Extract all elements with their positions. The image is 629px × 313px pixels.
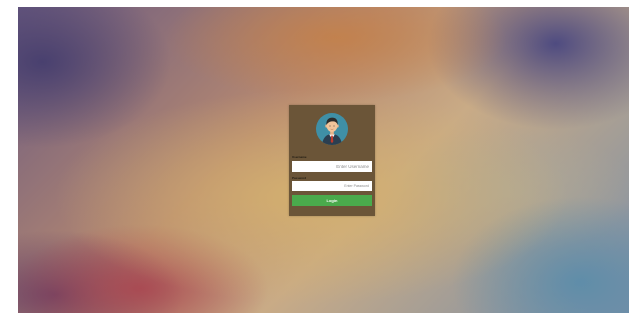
login-form: Username Password Login bbox=[289, 105, 375, 216]
username-label: Username bbox=[292, 155, 307, 159]
login-button[interactable]: Login bbox=[292, 195, 372, 206]
password-label: Password bbox=[292, 176, 307, 180]
page: Username Password Login bbox=[0, 0, 629, 313]
user-avatar-icon bbox=[316, 113, 348, 145]
avatar-illustration bbox=[322, 117, 342, 145]
password-input[interactable] bbox=[292, 181, 372, 191]
username-input[interactable] bbox=[292, 161, 372, 172]
